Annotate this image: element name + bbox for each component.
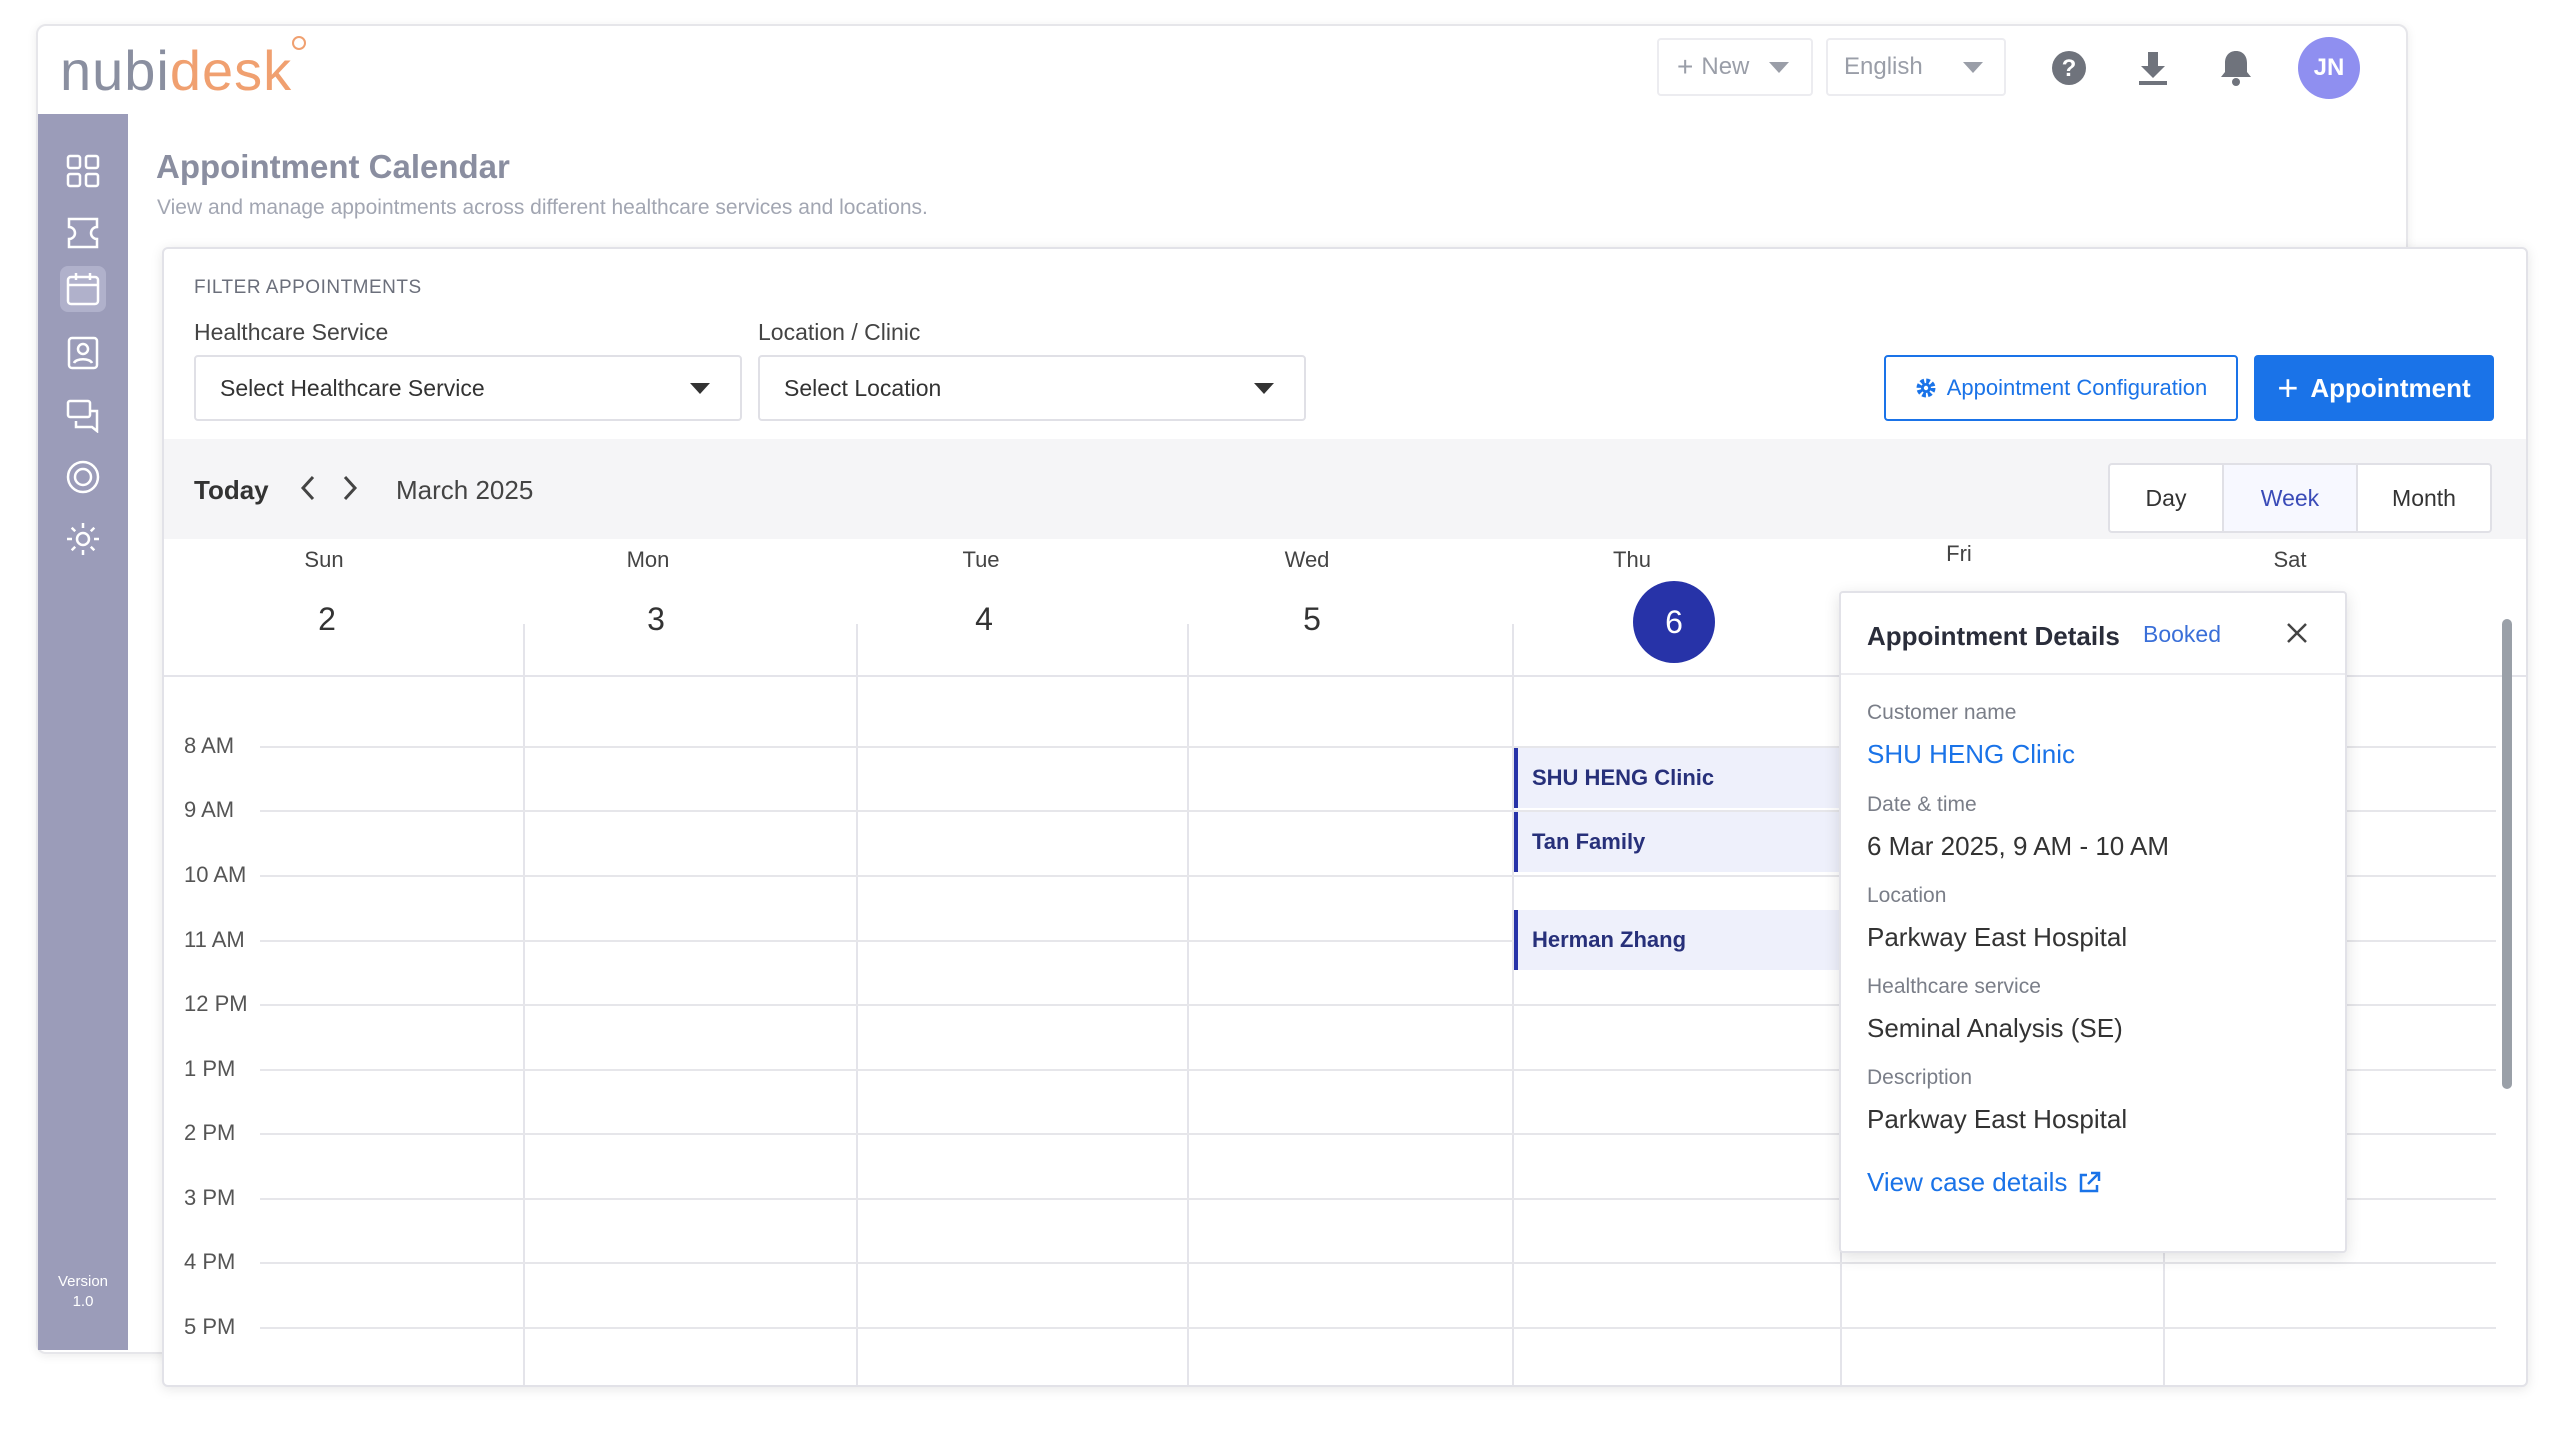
sidebar: Version 1.0 (38, 114, 128, 1350)
settings-icon[interactable] (60, 516, 106, 562)
service-detail-value: Seminal Analysis (SE) (1867, 1013, 2123, 1043)
time-label: 8 AM (184, 733, 235, 758)
chevron-down-icon (1254, 383, 1274, 394)
month-label: March 2025 (396, 475, 534, 505)
prev-arrow-icon[interactable] (298, 473, 318, 511)
close-icon[interactable] (2279, 615, 2315, 651)
tickets-icon[interactable] (60, 210, 106, 256)
gear-icon (1916, 378, 1936, 398)
view-month-button[interactable]: Month (2358, 465, 2490, 531)
page-subtitle: View and manage appointments across diff… (157, 196, 928, 219)
day-number-sun[interactable]: 2 (267, 601, 387, 638)
logo-text-2: desk (169, 39, 293, 102)
version-info: Version 1.0 (38, 1272, 128, 1312)
day-header-fri: Fri (1946, 541, 1972, 566)
location-select-value: Select Location (784, 374, 942, 401)
chevron-down-icon (690, 383, 710, 394)
location-detail-label: Location (1867, 884, 1947, 907)
service-select-value: Select Healthcare Service (220, 374, 485, 401)
add-button-label: Appointment (2310, 372, 2471, 403)
avatar[interactable]: JN (2298, 37, 2360, 99)
popup-title: Appointment Details (1867, 621, 2120, 651)
chat-icon[interactable] (60, 392, 106, 438)
popup-header: Appointment Details Booked (1841, 593, 2345, 675)
view-switcher: Day Week Month (2108, 463, 2492, 533)
contacts-icon[interactable] (60, 330, 106, 376)
location-select[interactable]: Select Location (758, 355, 1306, 421)
day-number-wed[interactable]: 5 (1252, 601, 1372, 638)
version-label: Version (57, 1273, 109, 1290)
time-gridline (260, 1327, 2496, 1329)
customer-label: Customer name (1867, 701, 2017, 724)
time-label: 2 PM (184, 1120, 236, 1145)
bell-icon[interactable] (2216, 48, 2256, 88)
status-badge: Booked (2143, 621, 2222, 647)
view-case-details-link[interactable]: View case details (1867, 1167, 2101, 1198)
day-header-wed: Wed (1284, 547, 1330, 572)
appointment-configuration-button[interactable]: Appointment Configuration (1884, 355, 2238, 421)
healthcare-service-select[interactable]: Select Healthcare Service (194, 355, 742, 421)
time-label: 5 PM (184, 1314, 236, 1339)
description-value: Parkway East Hospital (1867, 1104, 2128, 1134)
day-header-sat: Sat (2273, 547, 2307, 572)
service-detail-label: Healthcare service (1867, 975, 2041, 998)
datetime-label: Date & time (1867, 793, 1977, 816)
calendar-icon[interactable] (60, 266, 106, 312)
service-label: Healthcare Service (194, 319, 389, 345)
view-case-details-label: View case details (1867, 1167, 2068, 1197)
view-week-button[interactable]: Week (2224, 465, 2358, 531)
day-number-mon[interactable]: 3 (596, 601, 716, 638)
time-label: 11 AM (184, 927, 245, 952)
day-header-mon: Mon (626, 547, 670, 572)
today-button[interactable]: Today (194, 475, 269, 506)
day-header-thu: Thu (1613, 547, 1651, 572)
filter-heading: FILTER APPOINTMENTS (194, 277, 422, 298)
new-button[interactable]: + New (1657, 38, 1813, 96)
appointment-event[interactable]: SHU HENG Clinic (1514, 748, 1841, 808)
day-header-tue: Tue (962, 547, 1000, 572)
version-number: 1.0 (72, 1293, 94, 1310)
time-label: 4 PM (184, 1249, 236, 1274)
location-detail-value: Parkway East Hospital (1867, 922, 2128, 952)
vertical-scrollbar[interactable] (2502, 619, 2512, 1089)
page-title: Appointment Calendar (156, 148, 510, 185)
datetime-value: 6 Mar 2025, 9 AM - 10 AM (1867, 831, 2170, 861)
dashboard-icon[interactable] (60, 148, 106, 194)
appointment-event[interactable]: Tan Family (1514, 812, 1841, 872)
calendar-toolbar: Today March 2025 Day Week Month (164, 439, 2526, 539)
appointment-event[interactable]: Herman Zhang (1514, 910, 1841, 970)
new-button-label: New (1701, 53, 1750, 80)
external-link-icon (2080, 1171, 2101, 1192)
language-select[interactable]: English (1826, 38, 2006, 96)
day-header-sun: Sun (304, 547, 344, 572)
download-icon[interactable] (2133, 48, 2173, 88)
language-label: English (1844, 53, 1923, 80)
appointment-details-popup: Appointment Details Booked Customer name… (1839, 591, 2347, 1253)
support-icon[interactable] (60, 454, 106, 500)
help-icon[interactable]: ? (2049, 48, 2089, 88)
view-day-button[interactable]: Day (2110, 465, 2224, 531)
next-arrow-icon[interactable] (340, 473, 360, 511)
time-label: 10 AM (184, 862, 247, 887)
logo-text-1: nubi (60, 39, 170, 102)
time-label: 12 PM (184, 991, 248, 1016)
today-date-circle[interactable]: 6 (1633, 581, 1715, 663)
description-label: Description (1867, 1066, 1973, 1089)
chevron-down-icon (1769, 61, 1790, 73)
svg-text:?: ? (2062, 55, 2077, 82)
add-appointment-button[interactable]: + Appointment (2254, 355, 2494, 421)
location-label: Location / Clinic (758, 319, 921, 345)
config-button-label: Appointment Configuration (1946, 375, 2208, 400)
nubidesk-logo[interactable]: nubidesk (60, 36, 307, 103)
plus-icon: + (2277, 367, 2299, 408)
customer-link[interactable]: SHU HENG Clinic (1867, 739, 2075, 770)
time-label: 3 PM (184, 1185, 236, 1210)
time-label: 9 AM (184, 797, 235, 822)
plus-icon: + (1677, 51, 1694, 82)
time-label: 1 PM (184, 1056, 236, 1081)
time-gridline (260, 1262, 2496, 1264)
day-number-tue[interactable]: 4 (924, 601, 1044, 638)
chevron-down-icon (1962, 61, 1983, 73)
